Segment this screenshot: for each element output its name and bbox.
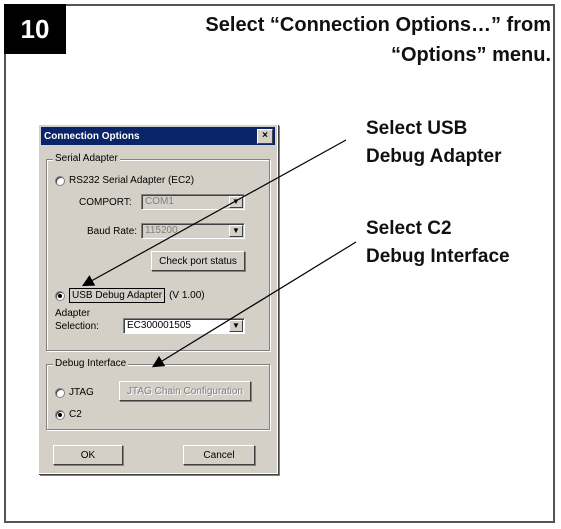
callout-arrows	[81, 139, 357, 368]
arrow-icon	[81, 139, 347, 287]
arrow-icon	[151, 241, 357, 368]
